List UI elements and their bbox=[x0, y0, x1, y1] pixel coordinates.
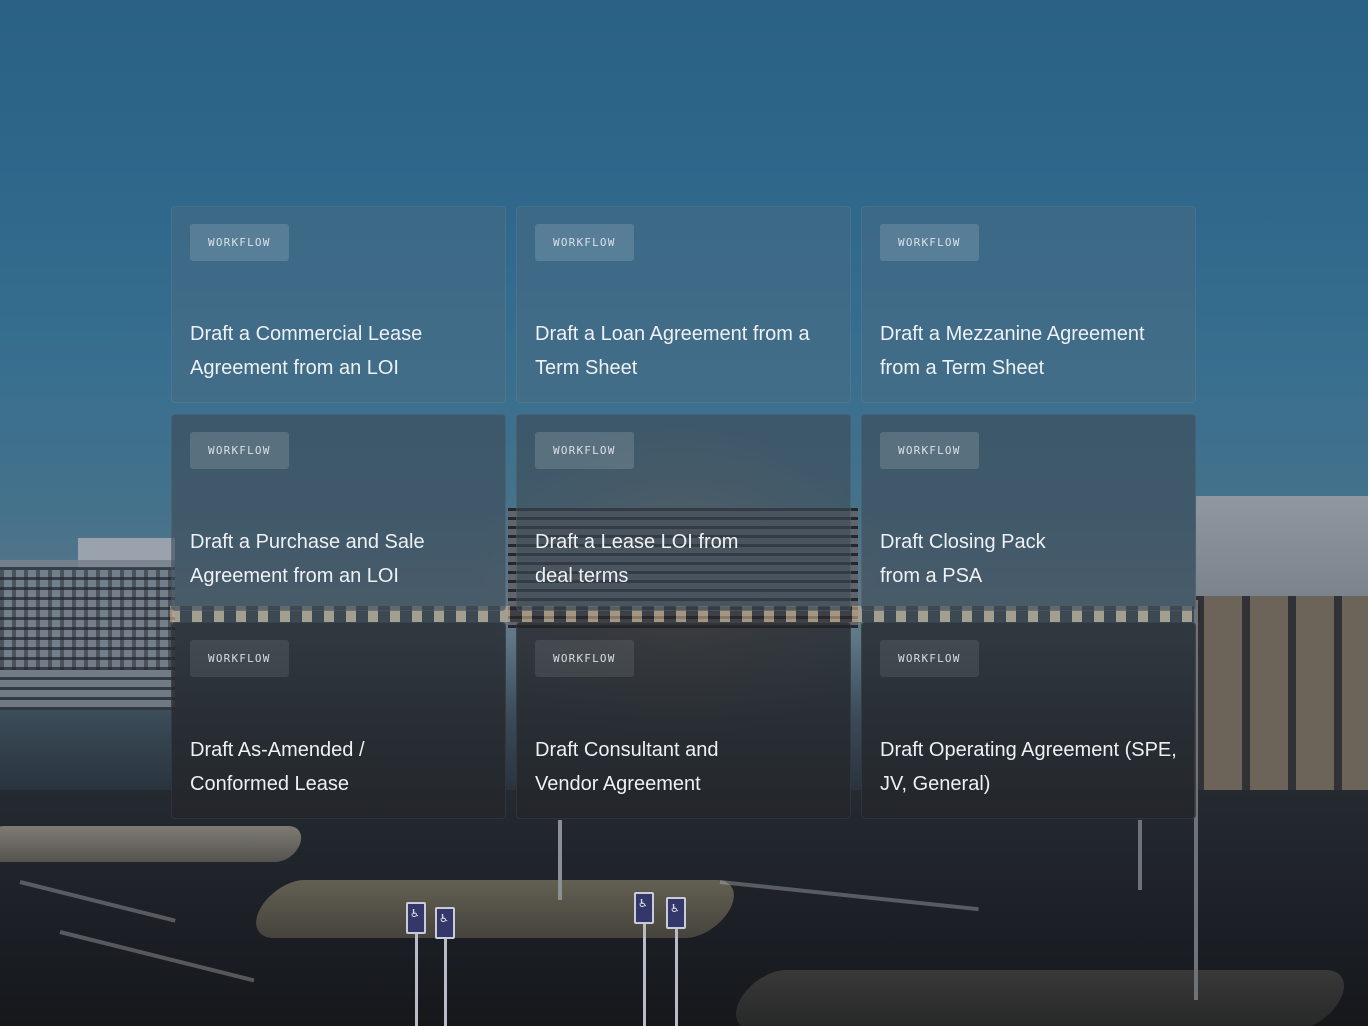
workflow-title: Draft a Purchase and Sale Agreement from… bbox=[190, 531, 425, 587]
workflow-title: Draft Closing Pack from a PSA bbox=[880, 531, 1046, 587]
accessible-parking-sign-icon bbox=[435, 907, 455, 939]
workflow-title: Draft a Loan Agreement from a Term Sheet bbox=[535, 323, 810, 379]
workflow-card-consultant-vendor[interactable]: WORKFLOW Draft Consultant and Vendor Agr… bbox=[516, 622, 851, 819]
workflow-badge: WORKFLOW bbox=[190, 432, 289, 469]
workflow-card-loan-agreement[interactable]: WORKFLOW Draft a Loan Agreement from a T… bbox=[516, 206, 851, 403]
workflow-badge: WORKFLOW bbox=[535, 224, 634, 261]
sign-post bbox=[444, 938, 447, 1026]
workflow-badge: WORKFLOW bbox=[880, 224, 979, 261]
sign-post bbox=[643, 922, 646, 1026]
workflow-card-mezzanine-agreement[interactable]: WORKFLOW Draft a Mezzanine Agreement fro… bbox=[861, 206, 1196, 403]
workflow-badge: WORKFLOW bbox=[535, 432, 634, 469]
sign-post bbox=[415, 932, 418, 1026]
workflow-title: Draft a Mezzanine Agreement from a Term … bbox=[880, 323, 1145, 379]
workflow-card-closing-pack[interactable]: WORKFLOW Draft Closing Pack from a PSA bbox=[861, 414, 1196, 611]
workflow-badge: WORKFLOW bbox=[190, 224, 289, 261]
workflow-title: Draft a Commercial Lease Agreement from … bbox=[190, 323, 423, 379]
building-left-windows bbox=[0, 570, 175, 670]
workflow-title: Draft Operating Agreement (SPE, JV, Gene… bbox=[880, 739, 1177, 795]
workflow-grid: WORKFLOW Draft a Commercial Lease Agreem… bbox=[171, 206, 1197, 821]
workflow-badge: WORKFLOW bbox=[535, 640, 634, 677]
workflow-card-lease-loi[interactable]: WORKFLOW Draft a Lease LOI from deal ter… bbox=[516, 414, 851, 611]
workflow-title: Draft Consultant and Vendor Agreement bbox=[535, 739, 719, 795]
workflow-title: Draft a Lease LOI from deal terms bbox=[535, 531, 739, 587]
workflow-badge: WORKFLOW bbox=[880, 432, 979, 469]
workflow-title: Draft As-Amended / Conformed Lease bbox=[190, 739, 365, 795]
workflow-card-purchase-and-sale[interactable]: WORKFLOW Draft a Purchase and Sale Agree… bbox=[171, 414, 506, 611]
accessible-parking-sign-icon bbox=[406, 902, 426, 934]
building-right bbox=[1196, 496, 1368, 596]
workflow-card-operating-agreement[interactable]: WORKFLOW Draft Operating Agreement (SPE,… bbox=[861, 622, 1196, 819]
workflow-badge: WORKFLOW bbox=[190, 640, 289, 677]
workflow-card-commercial-lease[interactable]: WORKFLOW Draft a Commercial Lease Agreem… bbox=[171, 206, 506, 403]
parking-island bbox=[0, 826, 307, 862]
accessible-parking-sign-icon bbox=[666, 897, 686, 929]
workflow-badge: WORKFLOW bbox=[880, 640, 979, 677]
light-pole bbox=[558, 820, 562, 900]
parking-island bbox=[724, 970, 1356, 1026]
building-right-lower bbox=[1196, 596, 1368, 806]
accessible-parking-sign-icon bbox=[634, 892, 654, 924]
sign-post bbox=[675, 927, 678, 1026]
workflow-card-conformed-lease[interactable]: WORKFLOW Draft As-Amended / Conformed Le… bbox=[171, 622, 506, 819]
light-pole bbox=[1138, 820, 1142, 890]
